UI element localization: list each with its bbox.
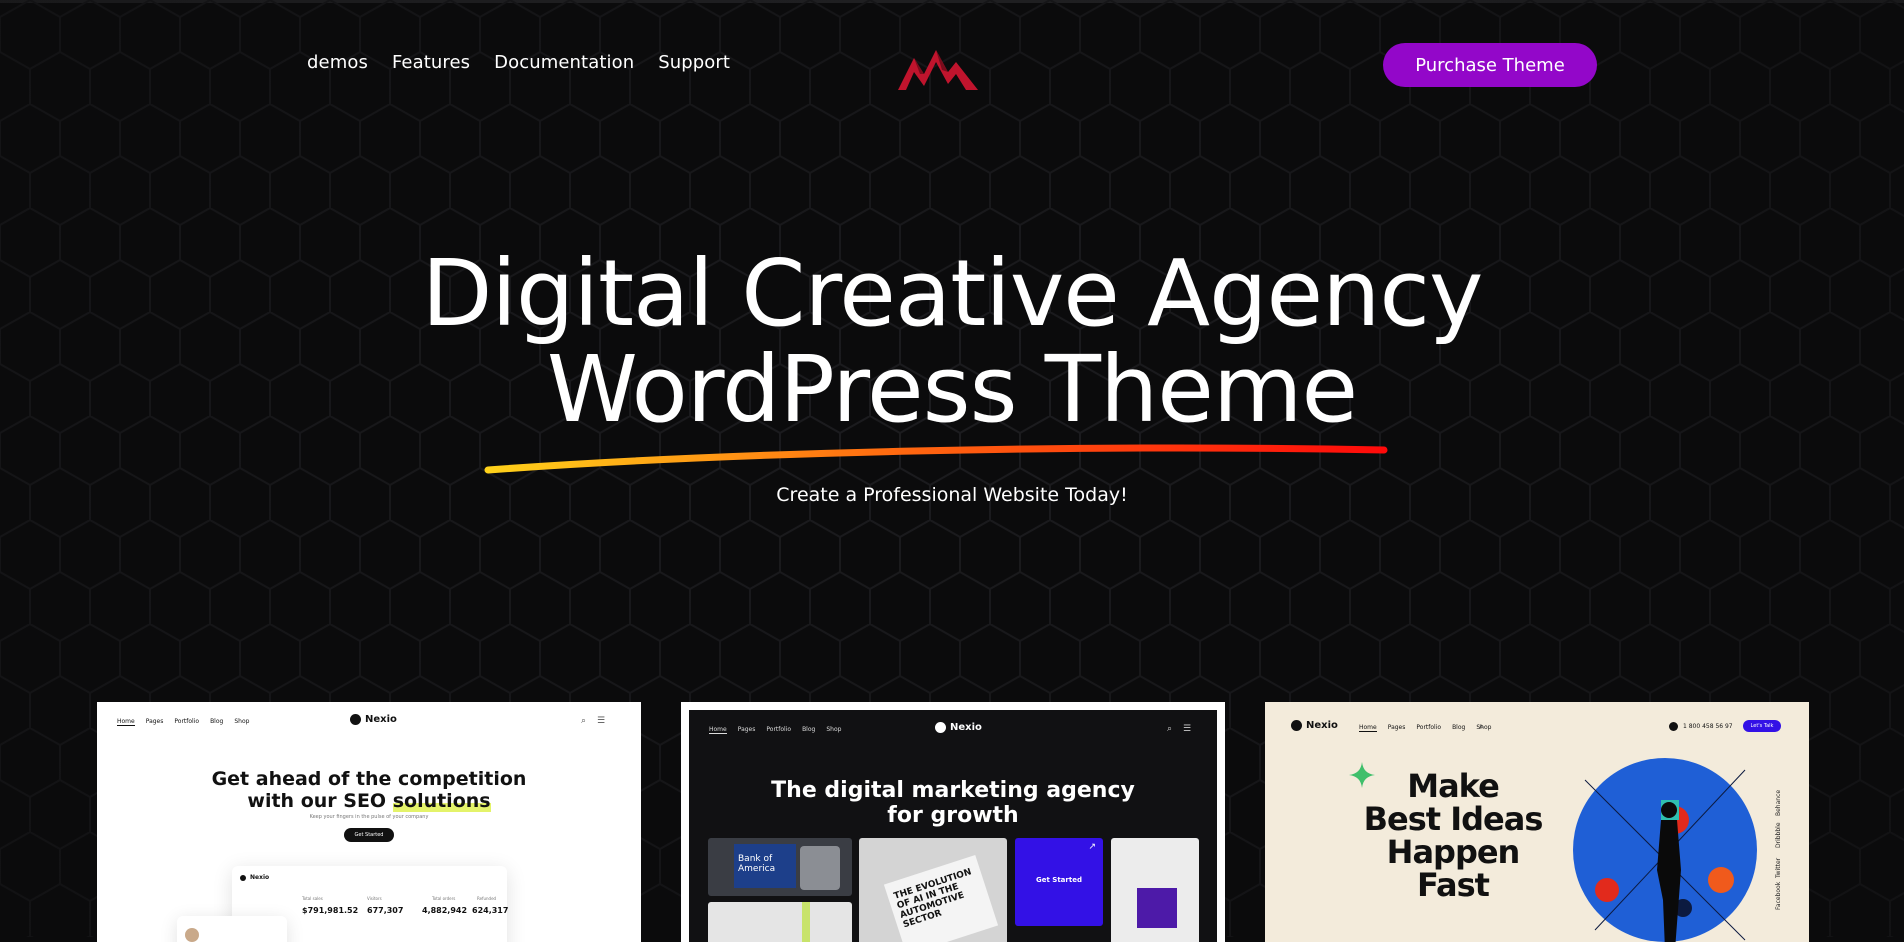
demo-headline: Get ahead of the competition with our SE…	[97, 768, 641, 812]
demo-headline-line2: for growth	[887, 803, 1019, 828]
demo-brand: Nexio	[935, 722, 982, 733]
demo-headline: Make Best Ideas Happen Fast	[1333, 770, 1573, 902]
hero-title-line2: WordPress Theme	[546, 336, 1358, 443]
image-stripe	[802, 902, 810, 942]
demo-menu: Home Pages Portfolio Blog Shop	[709, 726, 841, 734]
nav-documentation[interactable]: Documentation	[494, 52, 634, 73]
menu-portfolio: Portfolio	[1416, 724, 1442, 731]
demo-brand-name: Nexio	[950, 722, 982, 733]
hero-underline-stroke	[484, 444, 1388, 474]
arrow-up-right-icon: ↗	[1088, 842, 1096, 852]
stat-label: Total sales	[302, 896, 323, 901]
tile-bank: Bank of America	[708, 838, 852, 896]
menu-home: Home	[117, 718, 135, 726]
menu-shop: Shop	[826, 726, 842, 733]
phone-icon	[1669, 722, 1678, 731]
demo-menu: Home Pages Portfolio Blog Shop	[1359, 724, 1491, 732]
brand-mark-icon	[350, 714, 361, 725]
stat-value: 624,317	[472, 906, 509, 915]
demo-headline-highlight: solutions	[392, 790, 491, 812]
demo-menu: Home Pages Portfolio Blog Shop	[117, 718, 249, 726]
menu-blog: Blog	[210, 718, 224, 725]
hero-subtitle: Create a Professional Website Today!	[776, 484, 1128, 506]
demo-tagline: Keep your fingers in the pulse of your c…	[309, 814, 429, 820]
demo-headline-line2: with our SEO	[247, 790, 393, 812]
menu-shop: Shop	[234, 718, 250, 725]
stat-label: Total orders	[432, 896, 456, 901]
hero-title: Digital Creative Agency WordPress Theme	[0, 246, 1904, 438]
demo-brand-name: Nexio	[365, 714, 397, 725]
stat-value: 4,882,942	[422, 906, 468, 915]
menu-pages: Pages	[737, 726, 756, 733]
demo-card-marketing[interactable]: Home Pages Portfolio Blog Shop Nexio ⌕ ☰…	[681, 702, 1225, 942]
demo-headline: The digital marketing agency for growth	[689, 778, 1217, 828]
dashboard-mini-card	[177, 916, 287, 942]
menu-portfolio: Portfolio	[174, 718, 200, 725]
demo-card-ideas[interactable]: Nexio Home Pages Portfolio Blog Shop ⌕ 1…	[1265, 702, 1809, 942]
stat-label: Visitors	[367, 896, 382, 901]
social-twitter: Twitter	[1775, 857, 1782, 878]
dashboard-brand: Nexio	[240, 874, 269, 881]
brand-mark-icon	[935, 722, 946, 733]
nav-features[interactable]: Features	[392, 52, 470, 73]
tile-image	[708, 902, 852, 942]
tile-magazine-title: THE EVOLUTION OF AI IN THE AUTOMOTIVE SE…	[883, 854, 999, 942]
menu-pages: Pages	[1387, 724, 1406, 731]
menu-blog: Blog	[1452, 724, 1466, 731]
menu-portfolio: Portfolio	[766, 726, 792, 733]
demo-dark-frame: Home Pages Portfolio Blog Shop Nexio ⌕ ☰…	[689, 710, 1217, 942]
demo-brand-name: Nexio	[1306, 720, 1338, 731]
menu-home: Home	[1359, 724, 1377, 732]
tile-get-started-label: Get Started	[1036, 876, 1082, 884]
demo-headline-line1: The digital marketing agency	[771, 778, 1135, 803]
search-icon: ⌕	[1167, 724, 1173, 734]
stat-value: $791,981.52	[302, 906, 359, 915]
menu-blog: Blog	[802, 726, 816, 733]
search-icon: ⌕	[581, 716, 587, 726]
social-dribbble: Dribbble	[1775, 822, 1782, 848]
tile-magazine: THE EVOLUTION OF AI IN THE AUTOMOTIVE SE…	[859, 838, 1007, 942]
hero-title-line1: Digital Creative Agency	[421, 240, 1484, 347]
globe-illustration	[1573, 758, 1757, 942]
demo-get-started-button: Get Started	[344, 828, 394, 842]
package-box-image	[1137, 888, 1177, 928]
brand-logo[interactable]	[896, 44, 980, 94]
stat-label: Refunded	[477, 896, 497, 901]
brand-mark-icon	[1291, 720, 1302, 731]
demo-headline-line1: Get ahead of the competition	[211, 768, 527, 790]
social-facebook: Facebook	[1775, 881, 1782, 910]
lets-talk-button: Let's Talk	[1743, 720, 1781, 732]
purchase-theme-button[interactable]: Purchase Theme	[1383, 43, 1597, 87]
stat-value: 677,307	[367, 906, 404, 915]
menu-pages: Pages	[145, 718, 164, 725]
menu-icon: ☰	[1183, 724, 1192, 734]
menu-icon: ☰	[597, 716, 606, 726]
demo-headline-line4: Fast	[1417, 866, 1490, 904]
main-nav: demos Features Documentation Support	[307, 52, 730, 73]
search-icon: ⌕	[1479, 722, 1485, 732]
tile-bank-label: Bank of America	[734, 844, 796, 888]
demo-brand: Nexio	[1291, 720, 1338, 731]
tile-get-started: ↗ Get Started	[1015, 838, 1103, 926]
social-behance: Behance	[1775, 789, 1782, 816]
demo-card-seo[interactable]: Home Pages Portfolio Blog Shop Nexio ⌕ ☰…	[97, 702, 641, 942]
portrait-image	[800, 846, 840, 890]
menu-home: Home	[709, 726, 727, 734]
tile-package	[1111, 838, 1199, 942]
avatar	[185, 928, 199, 942]
demo-brand: Nexio	[350, 714, 397, 725]
phone-number: 1 800 458 56 97	[1683, 723, 1733, 730]
nav-demos[interactable]: demos	[307, 52, 368, 73]
nav-support[interactable]: Support	[658, 52, 730, 73]
